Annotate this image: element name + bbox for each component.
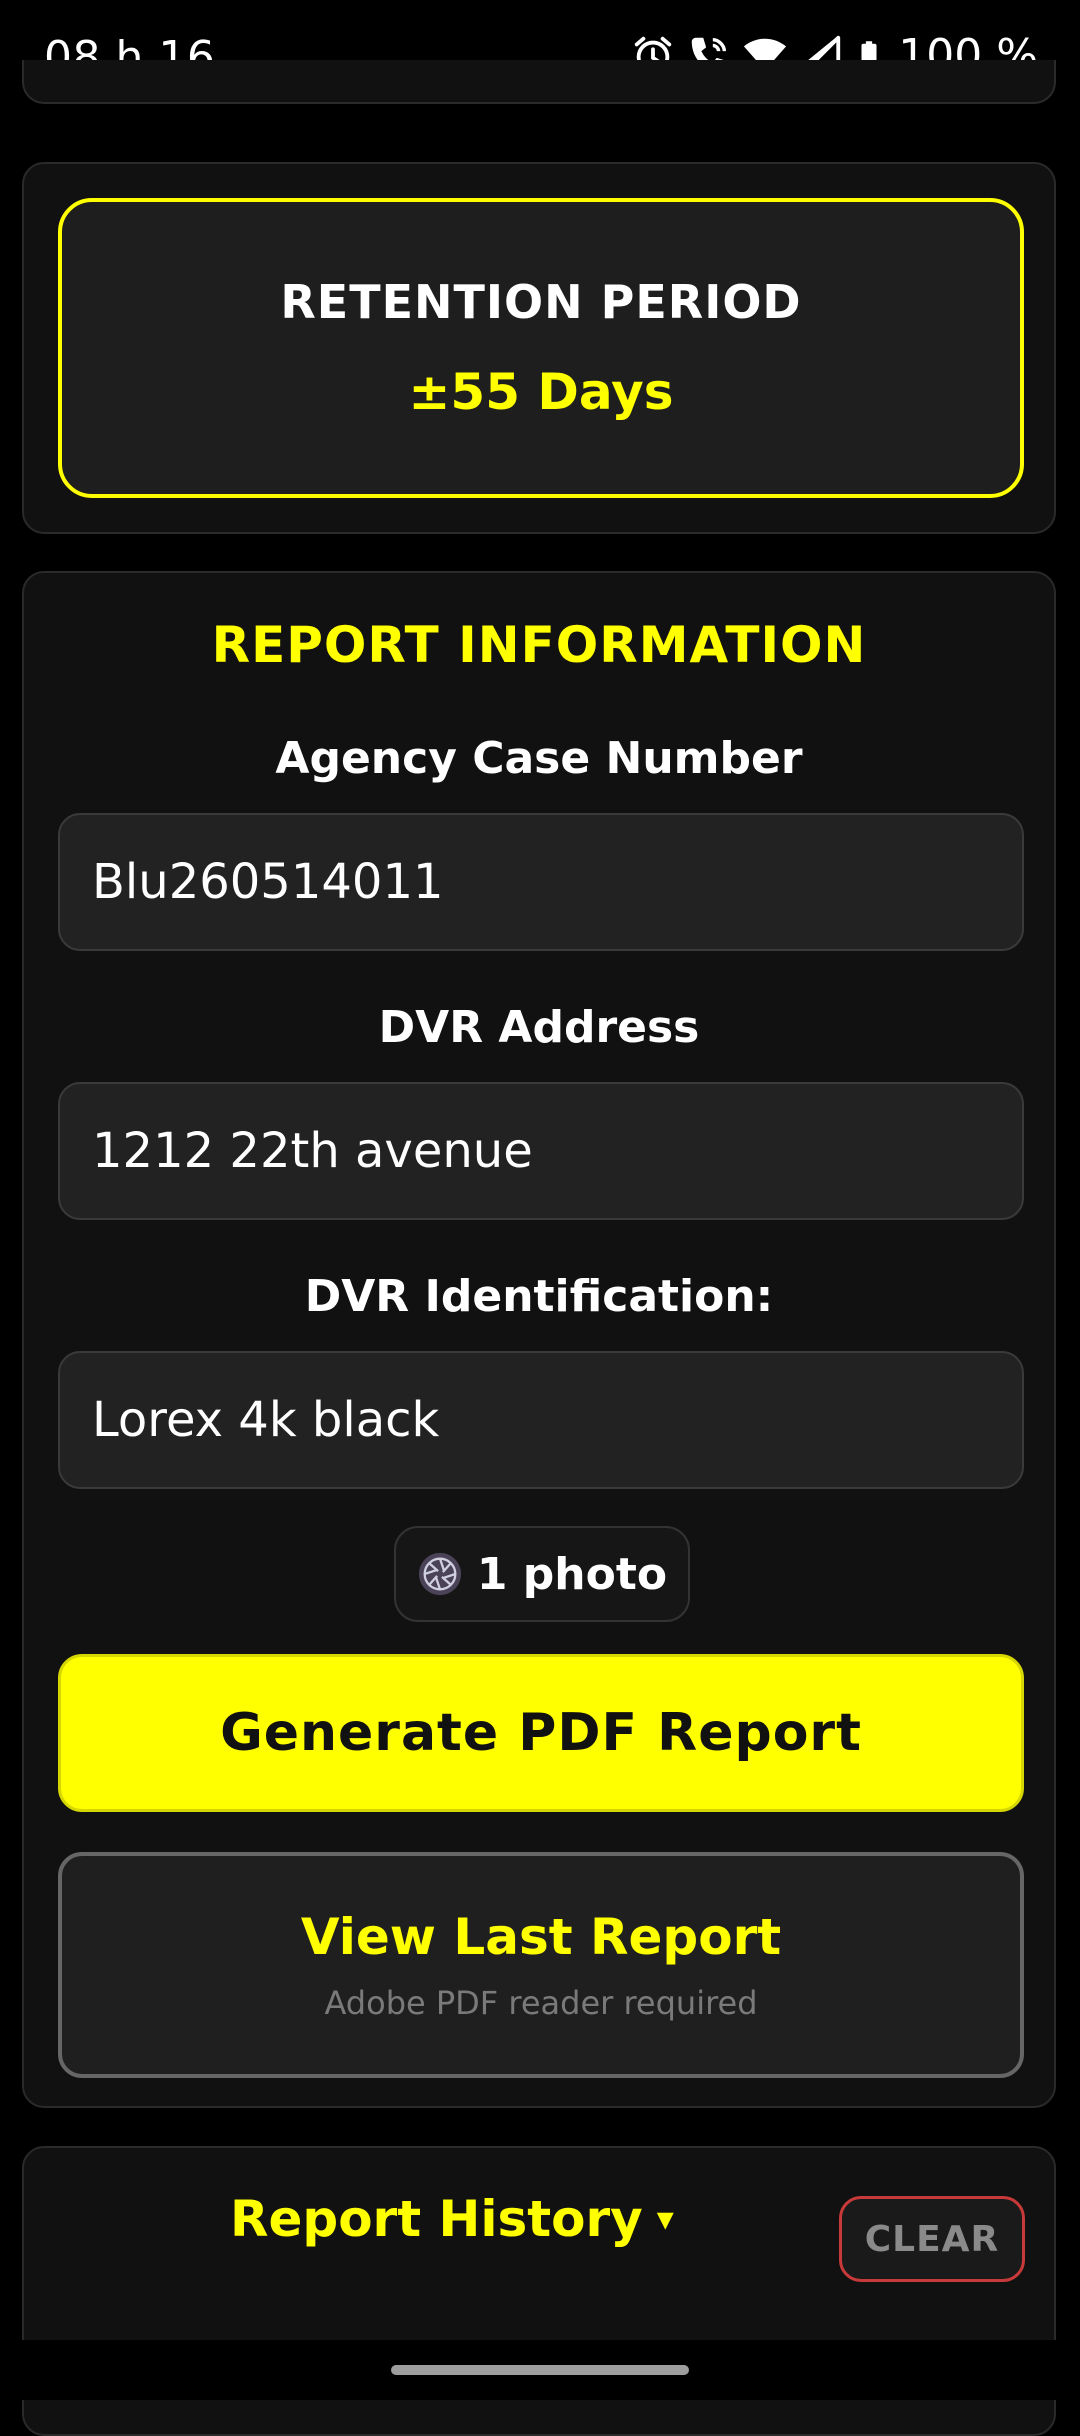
camera-aperture-icon	[418, 1552, 461, 1596]
home-gesture-handle[interactable]	[391, 2365, 689, 2375]
agency-case-number-label: Agency Case Number	[275, 733, 803, 784]
navigation-bar	[0, 2340, 1080, 2400]
pdf-reader-note: Adobe PDF reader required	[324, 1984, 758, 2022]
report-history-toggle[interactable]: Report History ▾	[230, 2190, 674, 2248]
agency-case-number-input[interactable]: Blu260514011	[58, 813, 1024, 951]
report-information-card: REPORT INFORMATION Agency Case Number Bl…	[22, 571, 1056, 2108]
view-last-report-label: View Last Report	[300, 1908, 782, 1966]
retention-value: ±55 Days	[408, 363, 674, 421]
dvr-address-input[interactable]: 1212 22th avenue	[58, 1082, 1024, 1220]
retention-box: RETENTION PERIOD ±55 Days	[58, 198, 1024, 498]
generate-pdf-report-button[interactable]: Generate PDF Report	[58, 1654, 1024, 1812]
caret-down-icon: ▾	[656, 2199, 674, 2239]
clear-history-button[interactable]: CLEAR	[839, 2196, 1025, 2282]
view-last-report-button[interactable]: View Last Report Adobe PDF reader requir…	[58, 1852, 1024, 2078]
retention-title: RETENTION PERIOD	[280, 275, 802, 329]
dvr-address-label: DVR Address	[378, 1002, 700, 1053]
retention-card: RETENTION PERIOD ±55 Days	[22, 162, 1056, 534]
photo-count-label: 1 photo	[476, 1548, 668, 1600]
dvr-identification-label: DVR Identification:	[304, 1271, 774, 1322]
report-history-title: Report History	[230, 2190, 643, 2248]
photo-count-chip[interactable]: 1 photo	[394, 1526, 690, 1622]
report-section-title: REPORT INFORMATION	[211, 616, 867, 674]
previous-card	[22, 60, 1056, 104]
dvr-identification-input[interactable]: Lorex 4k black	[58, 1351, 1024, 1489]
